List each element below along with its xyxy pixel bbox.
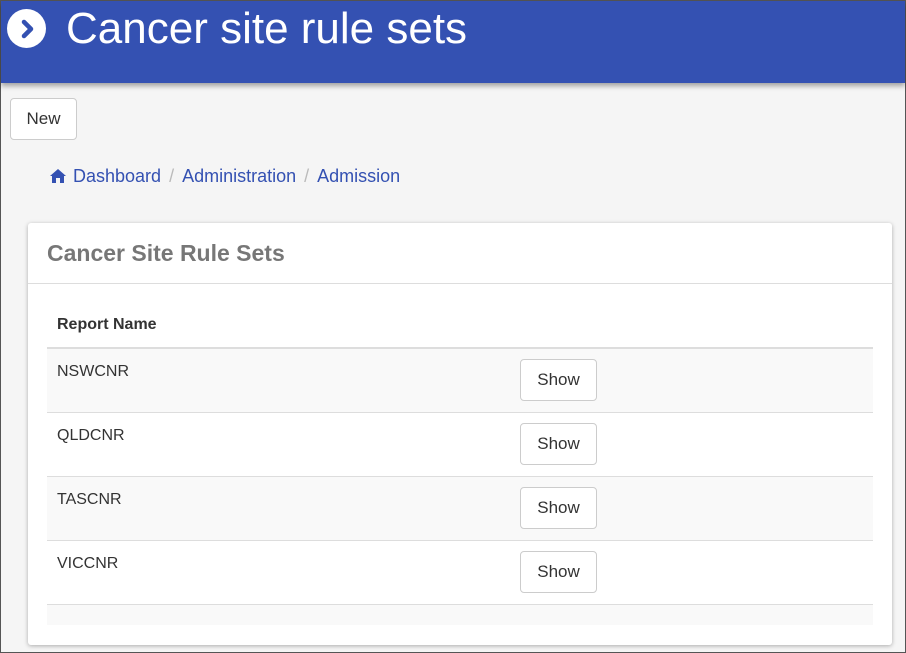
column-header-report-name: Report Name (47, 303, 873, 349)
show-button[interactable]: Show (520, 423, 597, 465)
card-header: Cancer Site Rule Sets (28, 223, 892, 284)
table-row: TASCNR Show (47, 477, 873, 541)
table-row: QLDCNR Show (47, 413, 873, 477)
breadcrumb-separator: / (169, 165, 175, 186)
home-icon (50, 169, 66, 183)
page-title: Cancer site rule sets (66, 4, 468, 53)
table-row: NSWCNR Show (47, 349, 873, 413)
breadcrumb-administration[interactable]: Administration (182, 166, 296, 187)
card-title: Cancer Site Rule Sets (47, 239, 285, 266)
breadcrumb: Dashboard / Administration / Admission (50, 164, 400, 188)
breadcrumb-separator: / (304, 165, 310, 186)
page-header: Cancer site rule sets (1, 1, 905, 83)
rule-sets-card: Cancer Site Rule Sets Report Name NSWCNR… (28, 223, 892, 645)
show-button[interactable]: Show (520, 551, 597, 593)
table-row: VICCNR Show (47, 541, 873, 605)
report-name-cell: TASCNR (57, 491, 122, 508)
new-button[interactable]: New (10, 98, 77, 140)
breadcrumb-admission[interactable]: Admission (317, 166, 400, 187)
report-name-cell: VICCNR (57, 555, 119, 572)
breadcrumb-dashboard[interactable]: Dashboard (73, 166, 161, 187)
report-name-cell: QLDCNR (57, 427, 125, 444)
rule-sets-table: Report Name NSWCNR Show QLDCNR Show TASC… (47, 303, 873, 625)
show-button[interactable]: Show (520, 359, 597, 401)
chevron-right-circle-icon[interactable] (7, 9, 46, 48)
show-button[interactable]: Show (520, 487, 597, 529)
table-filler-row (47, 605, 873, 625)
report-name-cell: NSWCNR (57, 363, 129, 380)
